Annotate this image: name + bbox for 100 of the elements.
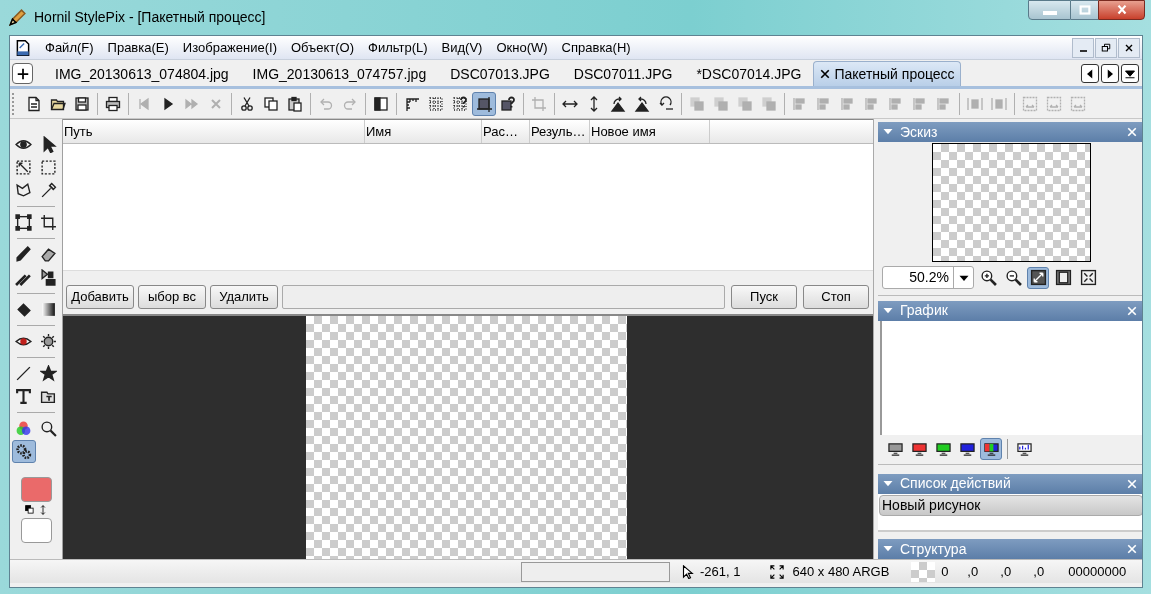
maximize-button[interactable] — [1071, 0, 1098, 20]
foreground-color-swatch[interactable] — [20, 477, 52, 502]
pipette-icon — [40, 182, 57, 199]
square-crosshair-icon — [476, 95, 492, 112]
dropdown-icon — [1124, 67, 1136, 80]
zoom-button[interactable] — [1027, 266, 1049, 289]
fullscreen-icon — [1079, 269, 1097, 286]
new-file-icon — [26, 95, 42, 112]
color-value: ,0 — [1033, 562, 1046, 581]
close-icon[interactable] — [1126, 543, 1138, 555]
maximize-icon — [1077, 3, 1092, 17]
document-tab[interactable]: DSC07013.JPG — [438, 62, 562, 86]
monitor-icon — [887, 441, 903, 457]
restore-icon — [1100, 41, 1112, 54]
menu-item[interactable]: Вид(V) — [434, 37, 490, 58]
column-header[interactable]: Рас… — [482, 120, 530, 143]
document-tab[interactable]: *DSC07014.JPG — [684, 62, 814, 86]
minimize-icon — [1079, 49, 1087, 52]
close-icon[interactable] — [1126, 477, 1138, 490]
minimize-button[interactable] — [1028, 0, 1071, 20]
swap-colors-icon[interactable] — [24, 505, 35, 515]
distribute-icon — [991, 95, 1007, 112]
zoom-in-icon — [979, 269, 997, 286]
dashed-square-icon — [40, 159, 57, 176]
panel-header[interactable]: Эскиз — [878, 122, 1142, 142]
distribute-icon — [967, 95, 983, 112]
pencil-icon — [8, 8, 26, 27]
panel-header[interactable]: Структура — [878, 539, 1142, 559]
column-header[interactable]: Путь — [63, 120, 365, 143]
eraser-icon — [40, 246, 57, 263]
ruler-icon — [404, 95, 420, 112]
zoom-out-icon — [1004, 269, 1022, 286]
menu-item[interactable]: Объект(O) — [284, 37, 362, 58]
stacked-squares-icon — [761, 95, 777, 112]
crop-icon — [40, 214, 57, 231]
star-icon — [40, 365, 57, 382]
fit-frame-icon — [1070, 95, 1086, 112]
text-tool-icon — [15, 388, 32, 405]
close-icon[interactable] — [1126, 126, 1138, 138]
monitor-icon — [911, 441, 927, 457]
monitor-icon — [935, 441, 951, 457]
toolbar-button[interactable] — [472, 91, 496, 116]
align-icon — [864, 95, 880, 112]
step-back-icon — [136, 95, 152, 112]
tool-button[interactable] — [11, 440, 36, 463]
document-tab[interactable]: Пакетный процесс — [813, 61, 961, 86]
fit-frame-icon — [1046, 95, 1062, 112]
channel-button[interactable] — [980, 438, 1002, 461]
tab-scroll-left-button[interactable] — [1081, 64, 1099, 83]
align-icon — [936, 95, 952, 112]
align-icon — [816, 95, 832, 112]
image-size-icon — [770, 564, 785, 579]
document-tab[interactable]: IMG_20130613_074804.jpg — [43, 62, 241, 86]
column-header[interactable]: Новое имя — [590, 120, 710, 143]
menu-item[interactable]: Файл(F) — [38, 37, 101, 58]
brush-icon — [15, 246, 32, 263]
list-action-button[interactable]: Удалить — [210, 284, 278, 309]
run-control-button[interactable]: Стоп — [803, 284, 869, 309]
zoom-combobox[interactable]: 50.2% — [882, 266, 974, 289]
search-icon — [40, 420, 57, 437]
align-icon — [840, 95, 856, 112]
mdi-close-button[interactable] — [1118, 37, 1140, 58]
action-item[interactable]: Новый рисунок — [879, 494, 1142, 516]
tab-list-button[interactable] — [1121, 64, 1139, 83]
square-frame-icon — [1054, 269, 1072, 286]
menu-item[interactable]: Изображение(I) — [175, 37, 284, 58]
menu-item[interactable]: Окно(W) — [489, 37, 555, 58]
menu-item[interactable]: Фильтр(L) — [361, 37, 435, 58]
stacked-squares-icon — [713, 95, 729, 112]
column-header[interactable]: Имя — [365, 120, 482, 143]
rotate-left-icon — [610, 95, 626, 112]
transform-frame-icon — [15, 214, 32, 231]
panel-title: График — [900, 301, 948, 321]
color-value: 0 — [941, 562, 950, 581]
document-tab[interactable]: IMG_20130613_074757.jpg — [240, 62, 439, 86]
run-control-button[interactable]: Пуск — [731, 284, 797, 309]
sun-icon — [40, 333, 57, 350]
list-action-button[interactable]: ыбор вс — [138, 284, 206, 309]
list-action-button[interactable]: Добавить — [66, 284, 134, 309]
scissors-icon — [239, 95, 255, 112]
panel-title: Список действий — [900, 474, 1011, 494]
menu-item[interactable]: Справка(H) — [554, 37, 638, 58]
close-icon — [819, 68, 832, 80]
tab-scroll-right-button[interactable] — [1101, 64, 1119, 83]
close-icon[interactable] — [1126, 304, 1138, 317]
gears-icon — [15, 443, 32, 460]
mdi-restore-button[interactable] — [1095, 37, 1117, 58]
document-icon — [14, 38, 32, 57]
document-tab[interactable]: DSC07011.JPG — [561, 62, 685, 86]
dot-grid-question-icon — [452, 95, 468, 112]
line-icon — [15, 365, 32, 382]
cursor-position: -261, 1 — [700, 562, 741, 581]
add-tab-button[interactable] — [12, 63, 33, 84]
column-header[interactable]: Резуль… — [530, 120, 590, 143]
mdi-minimize-button[interactable] — [1072, 37, 1094, 58]
panel-icon — [373, 95, 389, 112]
menu-item[interactable]: Правка(E) — [100, 37, 176, 58]
fit-frame-icon — [1022, 95, 1038, 112]
close-button[interactable] — [1098, 0, 1145, 20]
background-color-swatch[interactable] — [20, 518, 52, 543]
